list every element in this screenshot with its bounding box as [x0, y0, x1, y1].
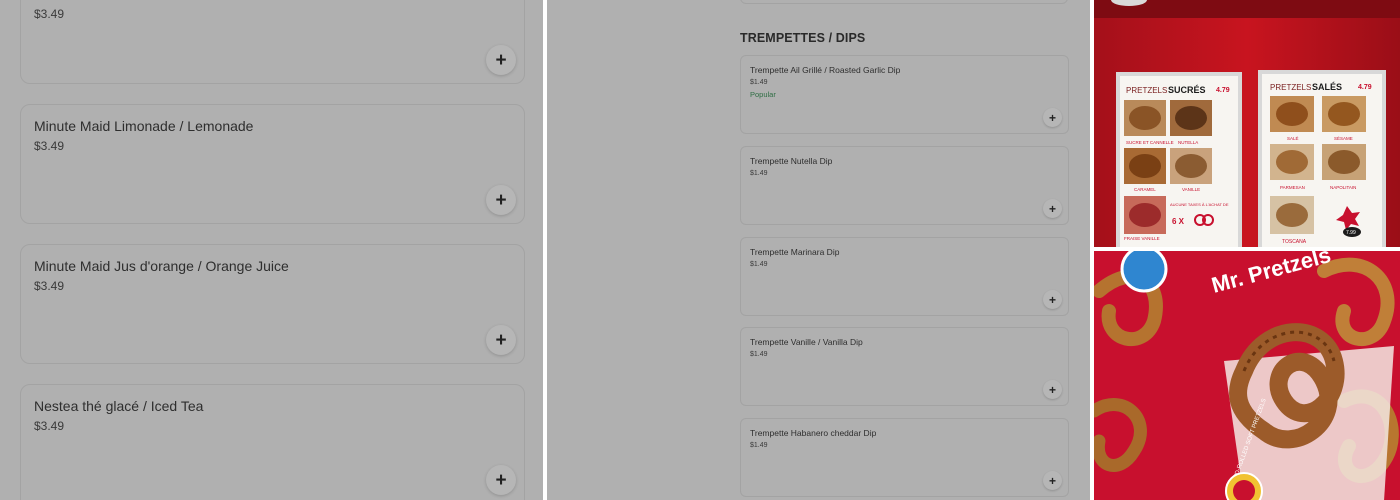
svg-text:FRAISE VANILLE: FRAISE VANILLE — [1124, 236, 1160, 241]
svg-text:VANILLE: VANILLE — [1182, 187, 1200, 192]
item-name: Minute Maid Limonade / Lemonade — [34, 118, 254, 134]
plus-icon: + — [495, 329, 507, 351]
add-item-button[interactable]: + — [1043, 290, 1062, 309]
item-price: $1.49 — [750, 351, 768, 358]
item-name: Minute Maid Jus d'orange / Orange Juice — [34, 258, 289, 274]
menu-item-card[interactable]: Trempette Vanille / Vanilla Dip $1.49 + — [740, 327, 1069, 406]
item-name: Trempette Nutella Dip — [750, 156, 833, 166]
menu-item-card[interactable]: Trempette Nutella Dip $1.49 + — [740, 146, 1069, 225]
item-name: Trempette Marinara Dip — [750, 247, 840, 257]
item-price: $3.49 — [34, 279, 65, 293]
menu-item-card[interactable] — [740, 0, 1068, 4]
plus-icon: + — [1048, 382, 1056, 397]
svg-text:PARMESAN: PARMESAN — [1280, 185, 1305, 190]
plus-icon: + — [495, 189, 507, 211]
svg-text:SALÉS: SALÉS — [1312, 82, 1342, 92]
svg-text:7.99: 7.99 — [1346, 230, 1356, 236]
svg-text:4.79: 4.79 — [1358, 84, 1372, 91]
item-price: $1.49 — [750, 170, 768, 177]
svg-text:AUCUNE TAXES À L'ACHAT DE: AUCUNE TAXES À L'ACHAT DE — [1170, 202, 1229, 207]
popular-badge: Popular — [750, 90, 776, 99]
add-item-button[interactable]: + — [1043, 108, 1062, 127]
add-item-button[interactable]: + — [1043, 380, 1062, 399]
item-price: $3.49 — [34, 419, 65, 433]
item-price: $3.49 — [34, 7, 65, 21]
svg-text:PRETZELS: PRETZELS — [1270, 83, 1311, 92]
menu-item-card[interactable]: Minute Maid Limonade / Lemonade $3.49 + — [20, 104, 525, 224]
svg-text:CARAMEL: CARAMEL — [1134, 187, 1156, 192]
menu-item-card[interactable]: Trempette Marinara Dip $1.49 + — [740, 237, 1069, 316]
plus-icon: + — [1048, 292, 1056, 307]
svg-text:SALÉ: SALÉ — [1287, 135, 1299, 141]
add-item-button[interactable]: + — [486, 465, 516, 495]
plus-icon: + — [1048, 110, 1056, 125]
add-item-button[interactable]: + — [486, 185, 516, 215]
svg-text:NAPOLITAIN: NAPOLITAIN — [1330, 185, 1356, 190]
drinks-list-panel: $3.49 + Minute Maid Limonade / Lemonade … — [0, 0, 543, 500]
plus-icon: + — [1048, 201, 1056, 216]
menu-item-card[interactable]: $3.49 + — [20, 0, 525, 84]
section-title: TREMPETTES / DIPS — [740, 31, 866, 45]
item-name: Trempette Habanero cheddar Dip — [750, 428, 877, 438]
item-price: $1.49 — [750, 79, 768, 86]
svg-text:SUCRÉS: SUCRÉS — [1168, 85, 1206, 95]
plus-icon: + — [495, 49, 507, 71]
svg-text:PRETZELS: PRETZELS — [1126, 86, 1167, 95]
item-price: $3.49 — [34, 139, 65, 153]
add-item-button[interactable]: + — [486, 325, 516, 355]
svg-text:6 X: 6 X — [1172, 217, 1185, 226]
menu-item-card[interactable]: Trempette Ail Grillé / Roasted Garlic Di… — [740, 55, 1069, 134]
plus-icon: + — [1048, 473, 1056, 488]
svg-text:NUTELLA: NUTELLA — [1178, 140, 1198, 145]
savory-pretzels-board: PRETZELS SALÉS 4.79 SALÉ SÉSAME PARMESAN… — [1258, 70, 1386, 247]
svg-text:TOSCANA: TOSCANA — [1282, 239, 1307, 245]
menu-item-card[interactable]: Minute Maid Jus d'orange / Orange Juice … — [20, 244, 525, 364]
add-item-button[interactable]: + — [1043, 471, 1062, 490]
svg-text:4.79: 4.79 — [1216, 87, 1230, 94]
add-item-button[interactable]: + — [1043, 199, 1062, 218]
sweet-pretzels-board: PRETZELS SUCRÉS 4.79 SUCRE ET CANNELLE N… — [1116, 72, 1242, 247]
menu-item-card[interactable]: Nestea thé glacé / Iced Tea $3.49 + — [20, 384, 525, 500]
item-price: $1.49 — [750, 442, 768, 449]
svg-text:SÉSAME: SÉSAME — [1334, 135, 1353, 141]
menu-item-card[interactable]: Trempette Habanero cheddar Dip $1.49 + — [740, 418, 1069, 497]
plus-icon: + — [495, 469, 507, 491]
pretzel-bags-photo: Mr. Pretzels HAND-ROLLED SOFT PRETZELS — [1094, 251, 1400, 500]
item-name: Trempette Vanille / Vanilla Dip — [750, 337, 863, 347]
item-price: $1.49 — [750, 261, 768, 268]
item-name: Trempette Ail Grillé / Roasted Garlic Di… — [750, 65, 901, 75]
svg-text:SUCRE ET CANNELLE: SUCRE ET CANNELLE — [1126, 140, 1174, 145]
add-item-button[interactable]: + — [486, 45, 516, 75]
item-name: Nestea thé glacé / Iced Tea — [34, 398, 204, 414]
menu-board-photo: PRETZELS SUCRÉS 4.79 SUCRE ET CANNELLE N… — [1094, 0, 1400, 247]
dips-panel: TREMPETTES / DIPS Trempette Ail Grillé /… — [547, 0, 1090, 500]
